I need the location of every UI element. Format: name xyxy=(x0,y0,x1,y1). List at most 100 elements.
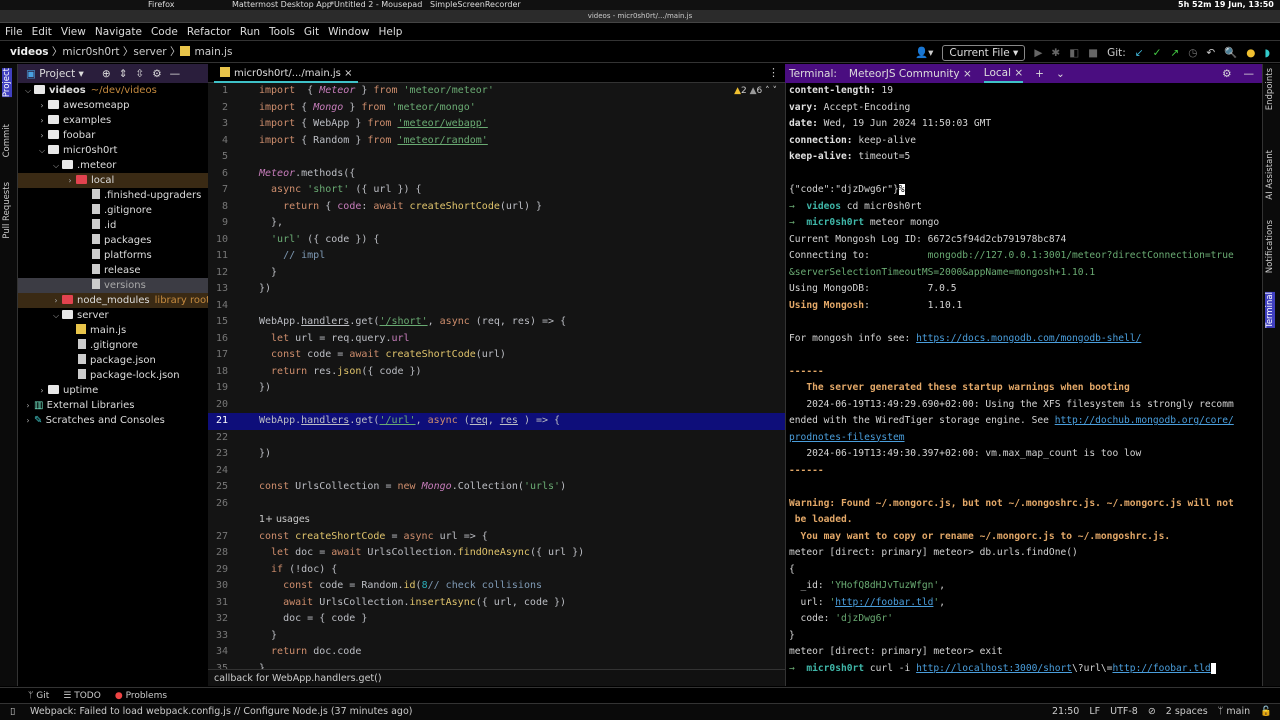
code-breadcrumb[interactable]: callback for WebApp.handlers.get() xyxy=(208,669,785,686)
terminal-link[interactable]: prodnotes-filesystem xyxy=(789,432,905,443)
git-commit-icon[interactable]: ✓ xyxy=(1153,43,1162,63)
taskbar-app[interactable]: Mattermost Desktop App xyxy=(232,0,332,10)
terminal-link[interactable]: https://docs.mongodb.com/mongodb-shell/ xyxy=(916,333,1141,344)
terminal-tab[interactable]: MeteorJS Community × xyxy=(849,68,972,80)
tree-item[interactable]: › examples xyxy=(18,113,208,128)
tree-item[interactable]: ⌵ server xyxy=(18,308,208,323)
tree-item[interactable]: package-lock.json xyxy=(18,368,208,383)
tool-commit[interactable]: Commit xyxy=(2,124,12,157)
tool-todo[interactable]: ☰ TODO xyxy=(63,688,101,703)
gear-icon[interactable]: ⚙ xyxy=(152,68,161,80)
chevron-down-icon[interactable]: ⌄ xyxy=(1056,68,1065,80)
menu-git[interactable]: Git xyxy=(304,23,319,40)
tree-item[interactable]: › local xyxy=(18,173,208,188)
chevron-down-icon[interactable]: ⌵ xyxy=(36,143,48,158)
inspection-widget[interactable]: ▲2 ▲6 ˄ ˅ xyxy=(734,86,777,96)
close-icon[interactable]: × xyxy=(1014,67,1023,79)
tree-item[interactable]: › foobar xyxy=(18,128,208,143)
chevron-down-icon[interactable]: ⌵ xyxy=(22,83,34,98)
terminal-tab-active[interactable]: Local × xyxy=(983,64,1024,83)
breadcrumb-item[interactable]: videos xyxy=(10,46,49,58)
close-icon[interactable]: × xyxy=(963,68,972,80)
terminal-link[interactable]: http://foobar.tld xyxy=(835,597,933,608)
menu-window[interactable]: Window xyxy=(328,23,369,40)
user-icon[interactable]: 👤▾ xyxy=(915,43,933,63)
taskbar-app[interactable]: Firefox xyxy=(148,0,174,10)
menu-edit[interactable]: Edit xyxy=(32,23,52,40)
tool-endpoints[interactable]: Endpoints xyxy=(1265,68,1275,110)
tree-item[interactable]: ⌵ .meteor xyxy=(18,158,208,173)
project-view-select[interactable]: ▣ Project ▾ xyxy=(26,68,84,80)
editorconfig-icon[interactable]: ⊘ xyxy=(1148,704,1156,720)
tree-item[interactable]: › ✎ Scratches and Consoles xyxy=(18,413,208,428)
tree-item[interactable]: versions xyxy=(18,278,208,293)
run-config-select[interactable]: Current File ▾ xyxy=(942,44,1026,61)
hide-icon[interactable]: — xyxy=(1244,68,1255,80)
caret-position[interactable]: 21:50 xyxy=(1052,704,1079,720)
breadcrumb-item[interactable]: micr0sh0rt xyxy=(62,46,119,58)
editor-tab-main-js[interactable]: micr0sh0rt/.../main.js × xyxy=(214,64,359,83)
usages-hint[interactable]: 1+ usages xyxy=(259,514,310,525)
tool-terminal[interactable]: Terminal xyxy=(1265,292,1275,328)
menu-code[interactable]: Code xyxy=(151,23,178,40)
menu-navigate[interactable]: Navigate xyxy=(95,23,142,40)
tree-item[interactable]: › uptime xyxy=(18,383,208,398)
search-icon[interactable]: 🔍 xyxy=(1224,43,1237,63)
line-separator[interactable]: LF xyxy=(1089,704,1100,720)
coverage-icon[interactable]: ◧ xyxy=(1069,43,1079,63)
tree-item[interactable]: ⌵ videos ~/dev/videos xyxy=(18,83,208,98)
tree-item[interactable]: platforms xyxy=(18,248,208,263)
git-branch[interactable]: ᛘ main xyxy=(1218,704,1250,720)
menu-refactor[interactable]: Refactor xyxy=(187,23,231,40)
menu-file[interactable]: File xyxy=(5,23,23,40)
more-icon[interactable]: ⋮ xyxy=(768,66,779,79)
run-icon[interactable]: ▶ xyxy=(1034,43,1042,63)
expand-all-icon[interactable]: ⇕ xyxy=(119,68,128,80)
chevron-down-icon[interactable]: ⌵ xyxy=(50,158,62,173)
menu-view[interactable]: View xyxy=(61,23,86,40)
gear-icon[interactable]: ⚙ xyxy=(1222,68,1231,80)
terminal-link[interactable]: http://localhost:3000/short xyxy=(916,663,1072,674)
menu-tools[interactable]: Tools xyxy=(269,23,295,40)
tree-item[interactable]: release xyxy=(18,263,208,278)
tree-item[interactable]: › node_modules library root xyxy=(18,293,208,308)
terminal-link[interactable]: http://dochub.mongodb.org/core/ xyxy=(1055,415,1234,426)
tool-notifications[interactable]: Notifications xyxy=(1265,220,1275,273)
close-icon[interactable]: × xyxy=(344,68,352,79)
tree-item[interactable]: .id xyxy=(18,218,208,233)
chevron-right-icon[interactable]: › xyxy=(50,293,62,308)
collapse-all-icon[interactable]: ⇳ xyxy=(135,68,144,80)
tree-item[interactable]: main.js xyxy=(18,323,208,338)
chevron-right-icon[interactable]: › xyxy=(36,383,48,398)
new-tab-icon[interactable]: + xyxy=(1035,68,1044,80)
locate-icon[interactable]: ⊕ xyxy=(102,68,111,80)
stop-icon[interactable]: ■ xyxy=(1088,43,1098,63)
terminal-output[interactable]: content-length: 19 vary: Accept-Encoding d… xyxy=(785,83,1262,686)
tree-item[interactable]: packages xyxy=(18,233,208,248)
rollback-icon[interactable]: ↶ xyxy=(1206,43,1215,63)
tree-item[interactable]: .gitignore xyxy=(18,203,208,218)
taskbar-app[interactable]: *Untitled 2 - Mousepad xyxy=(330,0,422,10)
chevron-right-icon[interactable]: › xyxy=(64,173,76,188)
breadcrumb-item[interactable]: server xyxy=(133,46,166,58)
tool-project[interactable]: Project xyxy=(2,68,12,98)
tool-pull-requests[interactable]: Pull Requests xyxy=(2,182,12,239)
lock-icon[interactable]: 🔓 xyxy=(1260,704,1272,720)
git-update-icon[interactable]: ↙ xyxy=(1135,43,1144,63)
chevron-right-icon[interactable]: › xyxy=(36,113,48,128)
debug-icon[interactable]: ✱ xyxy=(1051,43,1060,63)
chevron-right-icon[interactable]: › xyxy=(36,128,48,143)
menu-help[interactable]: Help xyxy=(378,23,402,40)
chevron-down-icon[interactable]: ⌵ xyxy=(50,308,62,323)
status-message[interactable]: Webpack: Failed to load webpack.config.j… xyxy=(30,704,412,720)
hide-icon[interactable]: — xyxy=(170,68,181,80)
tree-item[interactable]: .gitignore xyxy=(18,338,208,353)
chevron-right-icon[interactable]: › xyxy=(36,98,48,113)
tool-problems[interactable]: ● Problems xyxy=(115,688,167,703)
code-editor[interactable]: 1 import { Meteor } from 'meteor/meteor' 2… xyxy=(208,83,785,669)
ai-icon[interactable]: ◗ xyxy=(1264,43,1270,63)
tree-item[interactable]: ⌵ micr0sh0rt xyxy=(18,143,208,158)
menu-run[interactable]: Run xyxy=(240,23,260,40)
update-icon[interactable]: ● xyxy=(1246,43,1255,63)
indent[interactable]: 2 spaces xyxy=(1166,704,1208,720)
